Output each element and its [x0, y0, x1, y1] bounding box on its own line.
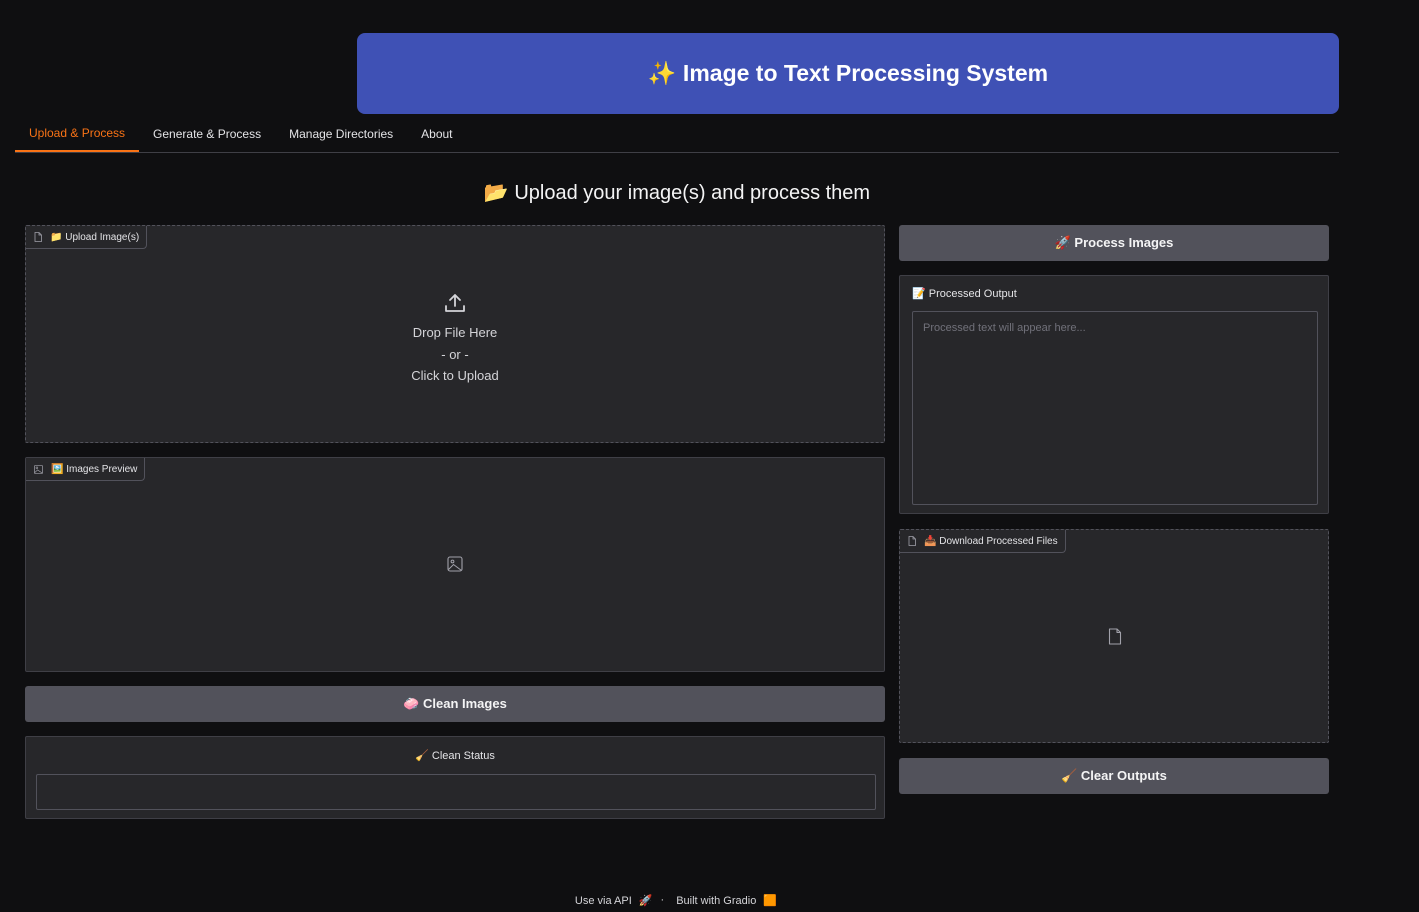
clear-outputs-button[interactable]: 🧹 Clear Outputs	[899, 758, 1329, 794]
clean-images-button[interactable]: 🧼 Clean Images	[25, 686, 885, 722]
tab-manage-directories[interactable]: Manage Directories	[275, 123, 407, 152]
tab-bar: Upload & Process Generate & Process Mana…	[15, 124, 1339, 153]
preview-label-text: 🖼️ Images Preview	[51, 463, 138, 475]
tab-generate-process[interactable]: Generate & Process	[139, 123, 275, 152]
upload-label: 📁 Upload Image(s)	[26, 226, 148, 249]
file-icon	[908, 536, 916, 546]
tab-about[interactable]: About	[407, 123, 466, 152]
preview-label: 🖼️ Images Preview	[26, 458, 146, 481]
upload-icon	[445, 294, 465, 312]
clean-status-panel: 🧹 Clean Status	[25, 736, 885, 819]
processed-output-textarea[interactable]: Processed text will appear here...	[912, 311, 1318, 505]
processed-output-label: 📝 Processed Output	[912, 288, 1017, 300]
upload-label-text: 📁 Upload Image(s)	[50, 231, 140, 243]
tab-upload-process[interactable]: Upload & Process	[15, 123, 140, 152]
footer-separator: ·	[660, 894, 665, 906]
or-text: - or -	[441, 346, 469, 362]
clean-status-field[interactable]	[36, 774, 876, 810]
image-placeholder-icon	[447, 556, 463, 572]
upload-dropzone[interactable]: 📁 Upload Image(s) Drop File Here - or - …	[25, 225, 885, 443]
image-icon	[34, 464, 43, 474]
clean-status-label: 🧹 Clean Status	[415, 750, 495, 762]
built-with-gradio-link[interactable]: Built with Gradio 🟧	[672, 894, 777, 907]
download-files-panel[interactable]: 📥 Download Processed Files	[899, 529, 1329, 743]
gradio-link-text: Built with Gradio	[676, 895, 757, 907]
processed-output-panel: 📝 Processed Output Processed text will a…	[899, 275, 1329, 514]
use-via-api-link[interactable]: Use via API 🚀	[571, 894, 653, 907]
app-title: ✨ Image to Text Processing System	[647, 60, 1049, 86]
footer: Use via API 🚀 · Built with Gradio 🟧	[0, 894, 1348, 907]
file-placeholder-icon	[1108, 628, 1122, 645]
images-preview: 🖼️ Images Preview	[25, 457, 885, 672]
process-images-button[interactable]: 🚀 Process Images	[899, 225, 1329, 261]
header-banner: ✨ Image to Text Processing System	[357, 33, 1339, 114]
section-title: 📂 Upload your image(s) and process them	[483, 182, 871, 204]
file-icon	[34, 232, 42, 242]
click-upload-text: Click to Upload	[411, 368, 499, 383]
upload-prompt: Drop File Here - or - Click to Upload	[26, 292, 884, 387]
download-label-text: 📥 Download Processed Files	[924, 535, 1058, 547]
api-link-text: Use via API	[574, 895, 632, 907]
drop-file-text: Drop File Here	[412, 325, 498, 340]
download-label: 📥 Download Processed Files	[900, 530, 1066, 553]
